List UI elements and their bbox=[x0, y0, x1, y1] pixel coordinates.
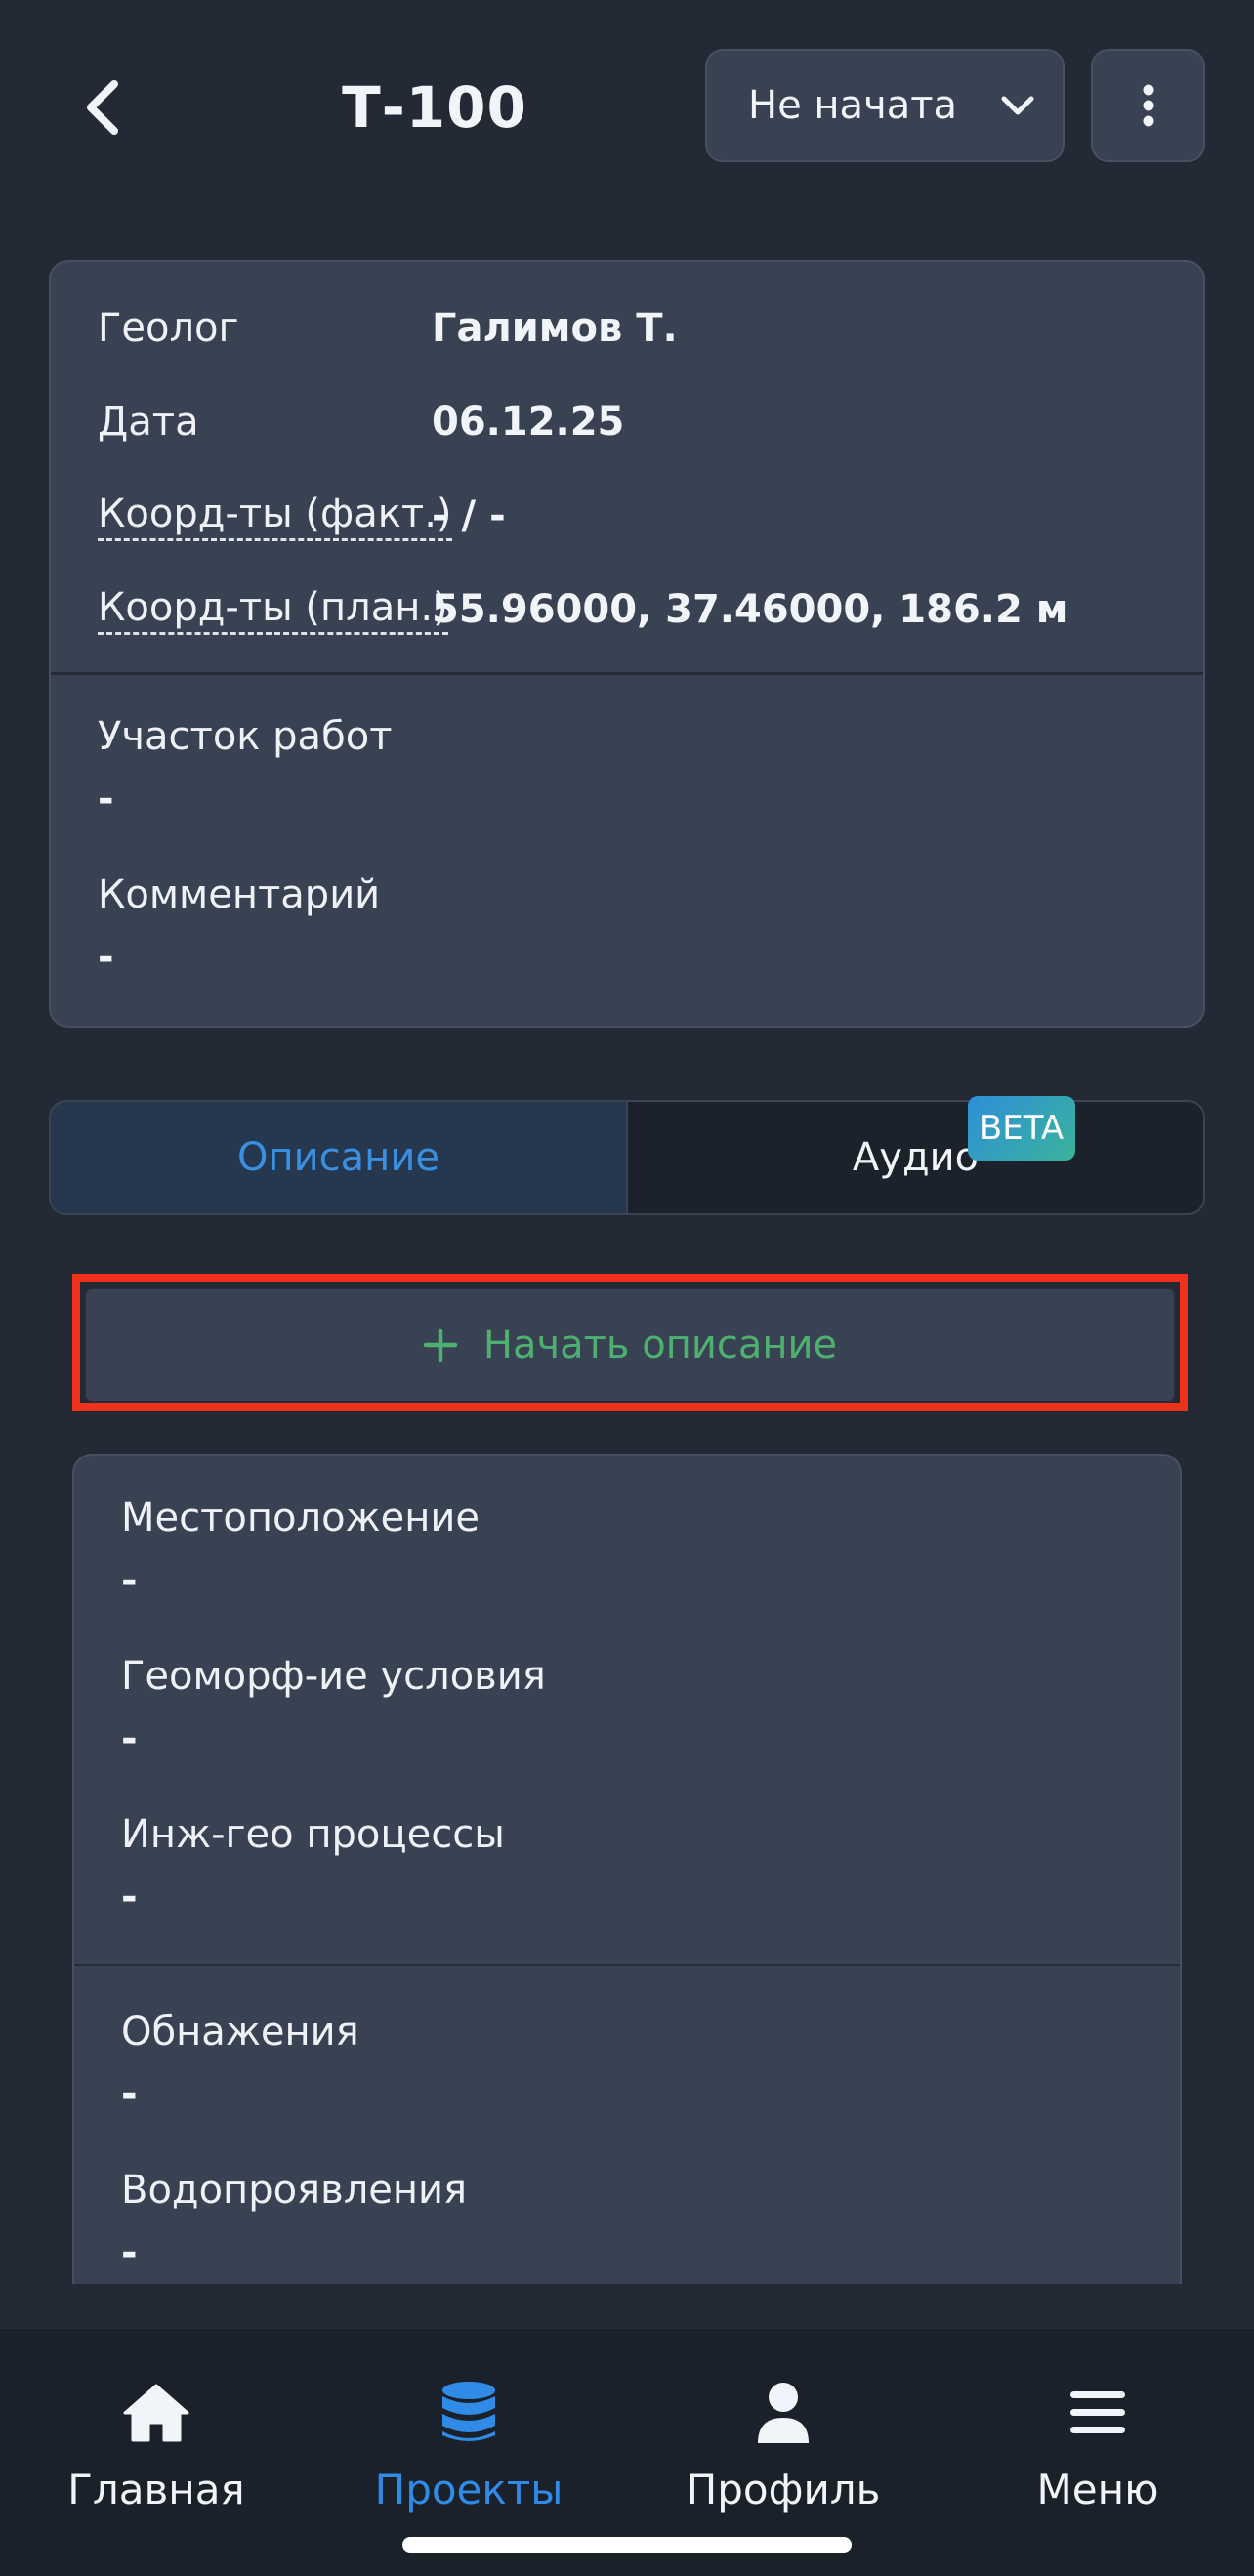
info-row-geologist: Геолог Галимов Т. bbox=[98, 299, 678, 358]
info-label-tooltip[interactable]: Коорд-ты (факт.) bbox=[98, 491, 452, 541]
nav-label: Проекты bbox=[374, 2466, 564, 2513]
field-work-area: Участок работ - bbox=[98, 709, 393, 826]
status-select-value: Не начата bbox=[748, 83, 958, 128]
info-row-coords-actual: Коорд-ты (факт.) - / - bbox=[98, 486, 506, 545]
tab-audio[interactable]: Аудио BETA bbox=[628, 1096, 1203, 1213]
tab-audio-label: Аудио bbox=[852, 1135, 980, 1180]
field-label: Комментарий bbox=[98, 872, 381, 917]
info-label: Дата bbox=[98, 400, 199, 444]
info-value: - / - bbox=[432, 493, 506, 538]
field-value: - bbox=[121, 2072, 138, 2117]
more-vertical-icon bbox=[1143, 84, 1153, 127]
description-card: Местоположение - Геоморф-ие условия - Ин… bbox=[72, 1454, 1182, 2284]
field-water-manifestations: Водопроявления - bbox=[121, 2163, 467, 2280]
field-geomorphology: Геоморф-ие условия - bbox=[121, 1649, 546, 1766]
nav-label: Профиль bbox=[686, 2466, 881, 2513]
info-value: Галимов Т. bbox=[432, 306, 678, 351]
divider bbox=[74, 1964, 1180, 1966]
home-indicator[interactable] bbox=[402, 2537, 852, 2553]
field-location: Местоположение - bbox=[121, 1491, 480, 1608]
page-title: Т-100 bbox=[342, 74, 527, 141]
field-label: Геоморф-ие условия bbox=[121, 1654, 546, 1699]
info-value: 55.96000, 37.46000, 186.2 м bbox=[432, 587, 1068, 632]
top-bar: Т-100 Не начата bbox=[0, 0, 1254, 205]
nav-label: Меню bbox=[1036, 2466, 1159, 2513]
home-icon bbox=[123, 2384, 189, 2442]
screen: Т-100 Не начата Геолог Галимов Т. Дата 0… bbox=[0, 0, 1254, 2576]
beta-badge: BETA bbox=[968, 1096, 1075, 1161]
field-value: - bbox=[121, 1558, 138, 1603]
nav-label: Главная bbox=[67, 2466, 245, 2513]
start-description-label: Начать описание bbox=[482, 1323, 838, 1368]
info-label: Геолог bbox=[98, 306, 239, 351]
tab-description[interactable]: Описание bbox=[51, 1102, 628, 1213]
field-label: Водопроявления bbox=[121, 2168, 468, 2213]
info-value: 06.12.25 bbox=[432, 400, 625, 444]
info-card: Геолог Галимов Т. Дата 06.12.25 Коорд-ты… bbox=[49, 260, 1205, 1028]
status-select[interactable]: Не начата bbox=[705, 49, 1065, 162]
info-label-tooltip[interactable]: Коорд-ты (план.) bbox=[98, 585, 448, 635]
chevron-down-icon bbox=[1001, 96, 1034, 115]
field-value: - bbox=[98, 777, 114, 822]
menu-icon bbox=[1070, 2391, 1125, 2433]
field-outcrops: Обнажения - bbox=[121, 2005, 359, 2122]
back-button[interactable] bbox=[68, 68, 137, 147]
field-label: Обнажения bbox=[121, 2009, 359, 2054]
start-description-button[interactable]: Начать описание bbox=[84, 1288, 1176, 1403]
field-value: - bbox=[121, 1875, 138, 1920]
field-label: Участок работ bbox=[98, 714, 393, 759]
field-value: - bbox=[121, 2230, 138, 2275]
field-value: - bbox=[98, 935, 114, 980]
plus-icon bbox=[423, 1328, 458, 1363]
info-row-coords-planned: Коорд-ты (план.) 55.96000, 37.46000, 186… bbox=[98, 580, 1067, 639]
field-label: Местоположение bbox=[121, 1496, 480, 1541]
field-label: Инж-гео процессы bbox=[121, 1812, 505, 1857]
field-eng-geo-processes: Инж-гео процессы - bbox=[121, 1807, 505, 1924]
field-comment: Комментарий - bbox=[98, 867, 380, 985]
nav-item-home[interactable]: Главная bbox=[29, 2374, 283, 2540]
nav-item-menu[interactable]: Меню bbox=[971, 2374, 1225, 2540]
info-row-date: Дата 06.12.25 bbox=[98, 393, 624, 451]
user-icon bbox=[758, 2383, 809, 2443]
nav-item-profile[interactable]: Профиль bbox=[656, 2374, 910, 2540]
field-value: - bbox=[121, 1716, 138, 1761]
more-options-button[interactable] bbox=[1091, 49, 1205, 162]
chevron-left-icon bbox=[87, 80, 118, 135]
database-icon bbox=[442, 2382, 495, 2441]
nav-item-projects[interactable]: Проекты bbox=[342, 2374, 596, 2540]
tab-bar: Описание Аудио BETA bbox=[49, 1096, 1205, 1215]
divider bbox=[51, 672, 1203, 675]
